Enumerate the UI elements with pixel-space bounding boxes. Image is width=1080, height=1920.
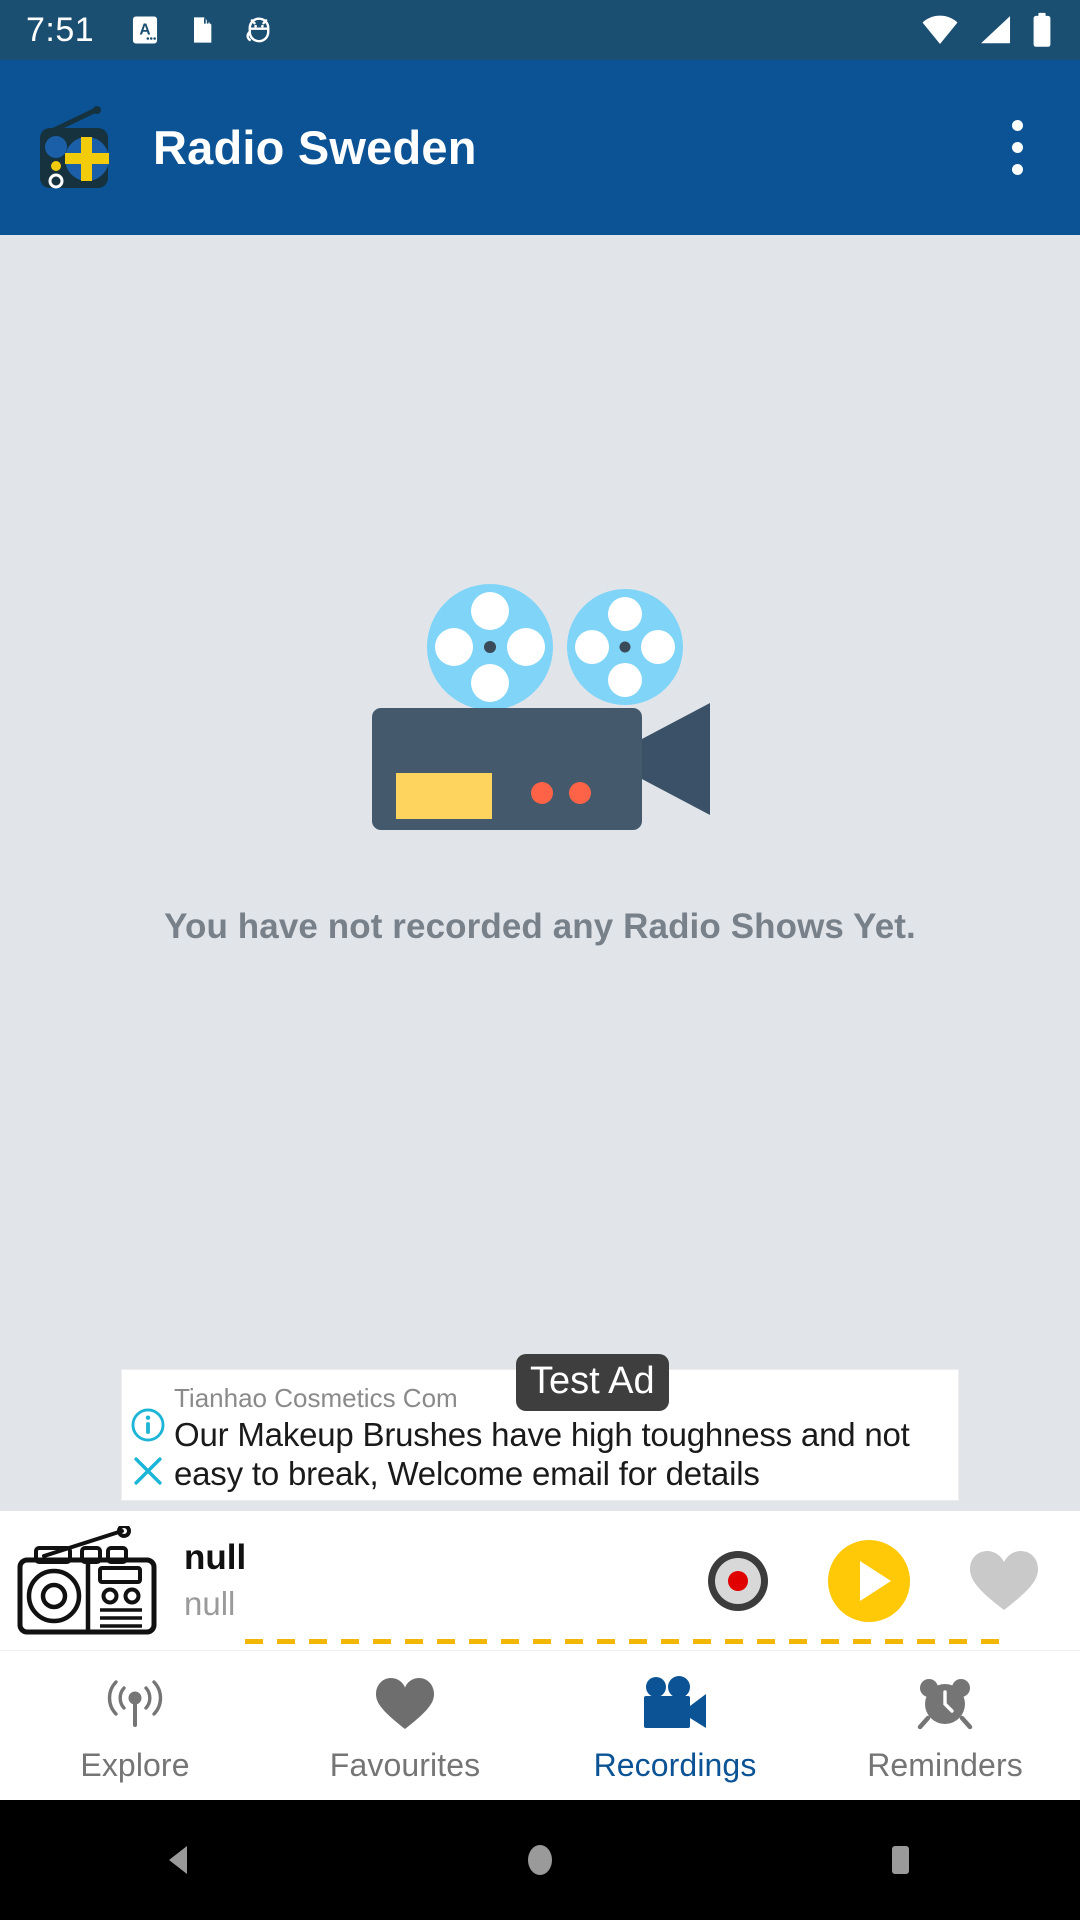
android-debug-icon <box>246 17 270 43</box>
nav-label-recordings: Recordings <box>593 1747 757 1783</box>
nav-item-reminders[interactable]: Reminders <box>810 1651 1080 1800</box>
heart-icon <box>374 1675 436 1733</box>
overflow-menu-icon[interactable] <box>982 103 1052 193</box>
player-metadata: null null <box>184 1538 706 1624</box>
ad-body[interactable]: Tianhao Cosmetics Com Our Makeup Brushes… <box>174 1354 958 1500</box>
status-time: 7:51 <box>26 10 95 49</box>
video-camera-illustration <box>372 584 710 830</box>
app-bar: Radio Sweden <box>0 60 1080 235</box>
player-bar[interactable]: null null <box>0 1510 1080 1650</box>
recordings-content: You have not recorded any Radio Shows Ye… <box>0 235 1080 1510</box>
empty-state-message: You have not recorded any Radio Shows Ye… <box>164 907 916 946</box>
nav-label-reminders: Reminders <box>867 1747 1023 1783</box>
sd-card-icon <box>194 17 212 43</box>
test-ad-badge: Test Ad <box>516 1354 669 1411</box>
back-triangle-icon[interactable] <box>120 1800 240 1920</box>
ad-headline: Our Makeup Brushes have high toughness a… <box>174 1415 910 1492</box>
player-progress-bar[interactable] <box>245 1639 1005 1644</box>
nav-label-favourites: Favourites <box>329 1747 481 1783</box>
recents-square-icon[interactable] <box>840 1800 960 1920</box>
svg-text:A: A <box>140 21 151 38</box>
bottom-navigation: Explore Favourites Recordings Reminders <box>0 1650 1080 1800</box>
status-right-icons <box>920 12 1054 48</box>
player-subtitle: null <box>184 1584 236 1622</box>
document-a-icon: A <box>133 16 158 44</box>
record-icon[interactable] <box>706 1549 770 1613</box>
nav-item-recordings[interactable]: Recordings <box>540 1651 810 1800</box>
cell-signal-icon <box>981 16 1011 44</box>
nav-label-explore: Explore <box>80 1747 190 1783</box>
overflow-dot <box>1011 164 1023 175</box>
overflow-dot <box>1011 142 1023 153</box>
play-icon[interactable] <box>828 1539 910 1622</box>
overflow-dot <box>1011 120 1023 131</box>
alarm-clock-icon <box>914 1675 976 1733</box>
home-circle-icon[interactable] <box>480 1800 600 1920</box>
video-camera-icon <box>642 1675 708 1733</box>
ad-banner[interactable]: Tianhao Cosmetics Com Our Makeup Brushes… <box>122 1354 958 1500</box>
radio-sweden-logo <box>28 102 120 194</box>
empty-state: You have not recorded any Radio Shows Ye… <box>0 535 1080 947</box>
nav-item-explore[interactable]: Explore <box>0 1651 270 1800</box>
status-bar: 7:51 A <box>0 0 1080 60</box>
status-left-icons: A <box>128 13 276 47</box>
broadcast-icon <box>104 1675 166 1733</box>
info-icon[interactable] <box>129 1406 167 1444</box>
player-controls <box>706 1539 1040 1622</box>
heart-icon[interactable] <box>968 1549 1040 1613</box>
close-icon[interactable] <box>129 1452 167 1490</box>
android-navigation-bar <box>0 1800 1080 1920</box>
radio-line-icon <box>14 1523 160 1636</box>
player-title: null <box>184 1537 247 1577</box>
nav-item-favourites[interactable]: Favourites <box>270 1651 540 1800</box>
page-title: Radio Sweden <box>153 121 477 174</box>
battery-icon <box>1033 12 1051 47</box>
wifi-icon <box>922 15 958 44</box>
ad-icon-column <box>122 1370 174 1500</box>
phone-screen: 7:51 A Radio Sweden You have not recorde… <box>0 0 1080 1920</box>
